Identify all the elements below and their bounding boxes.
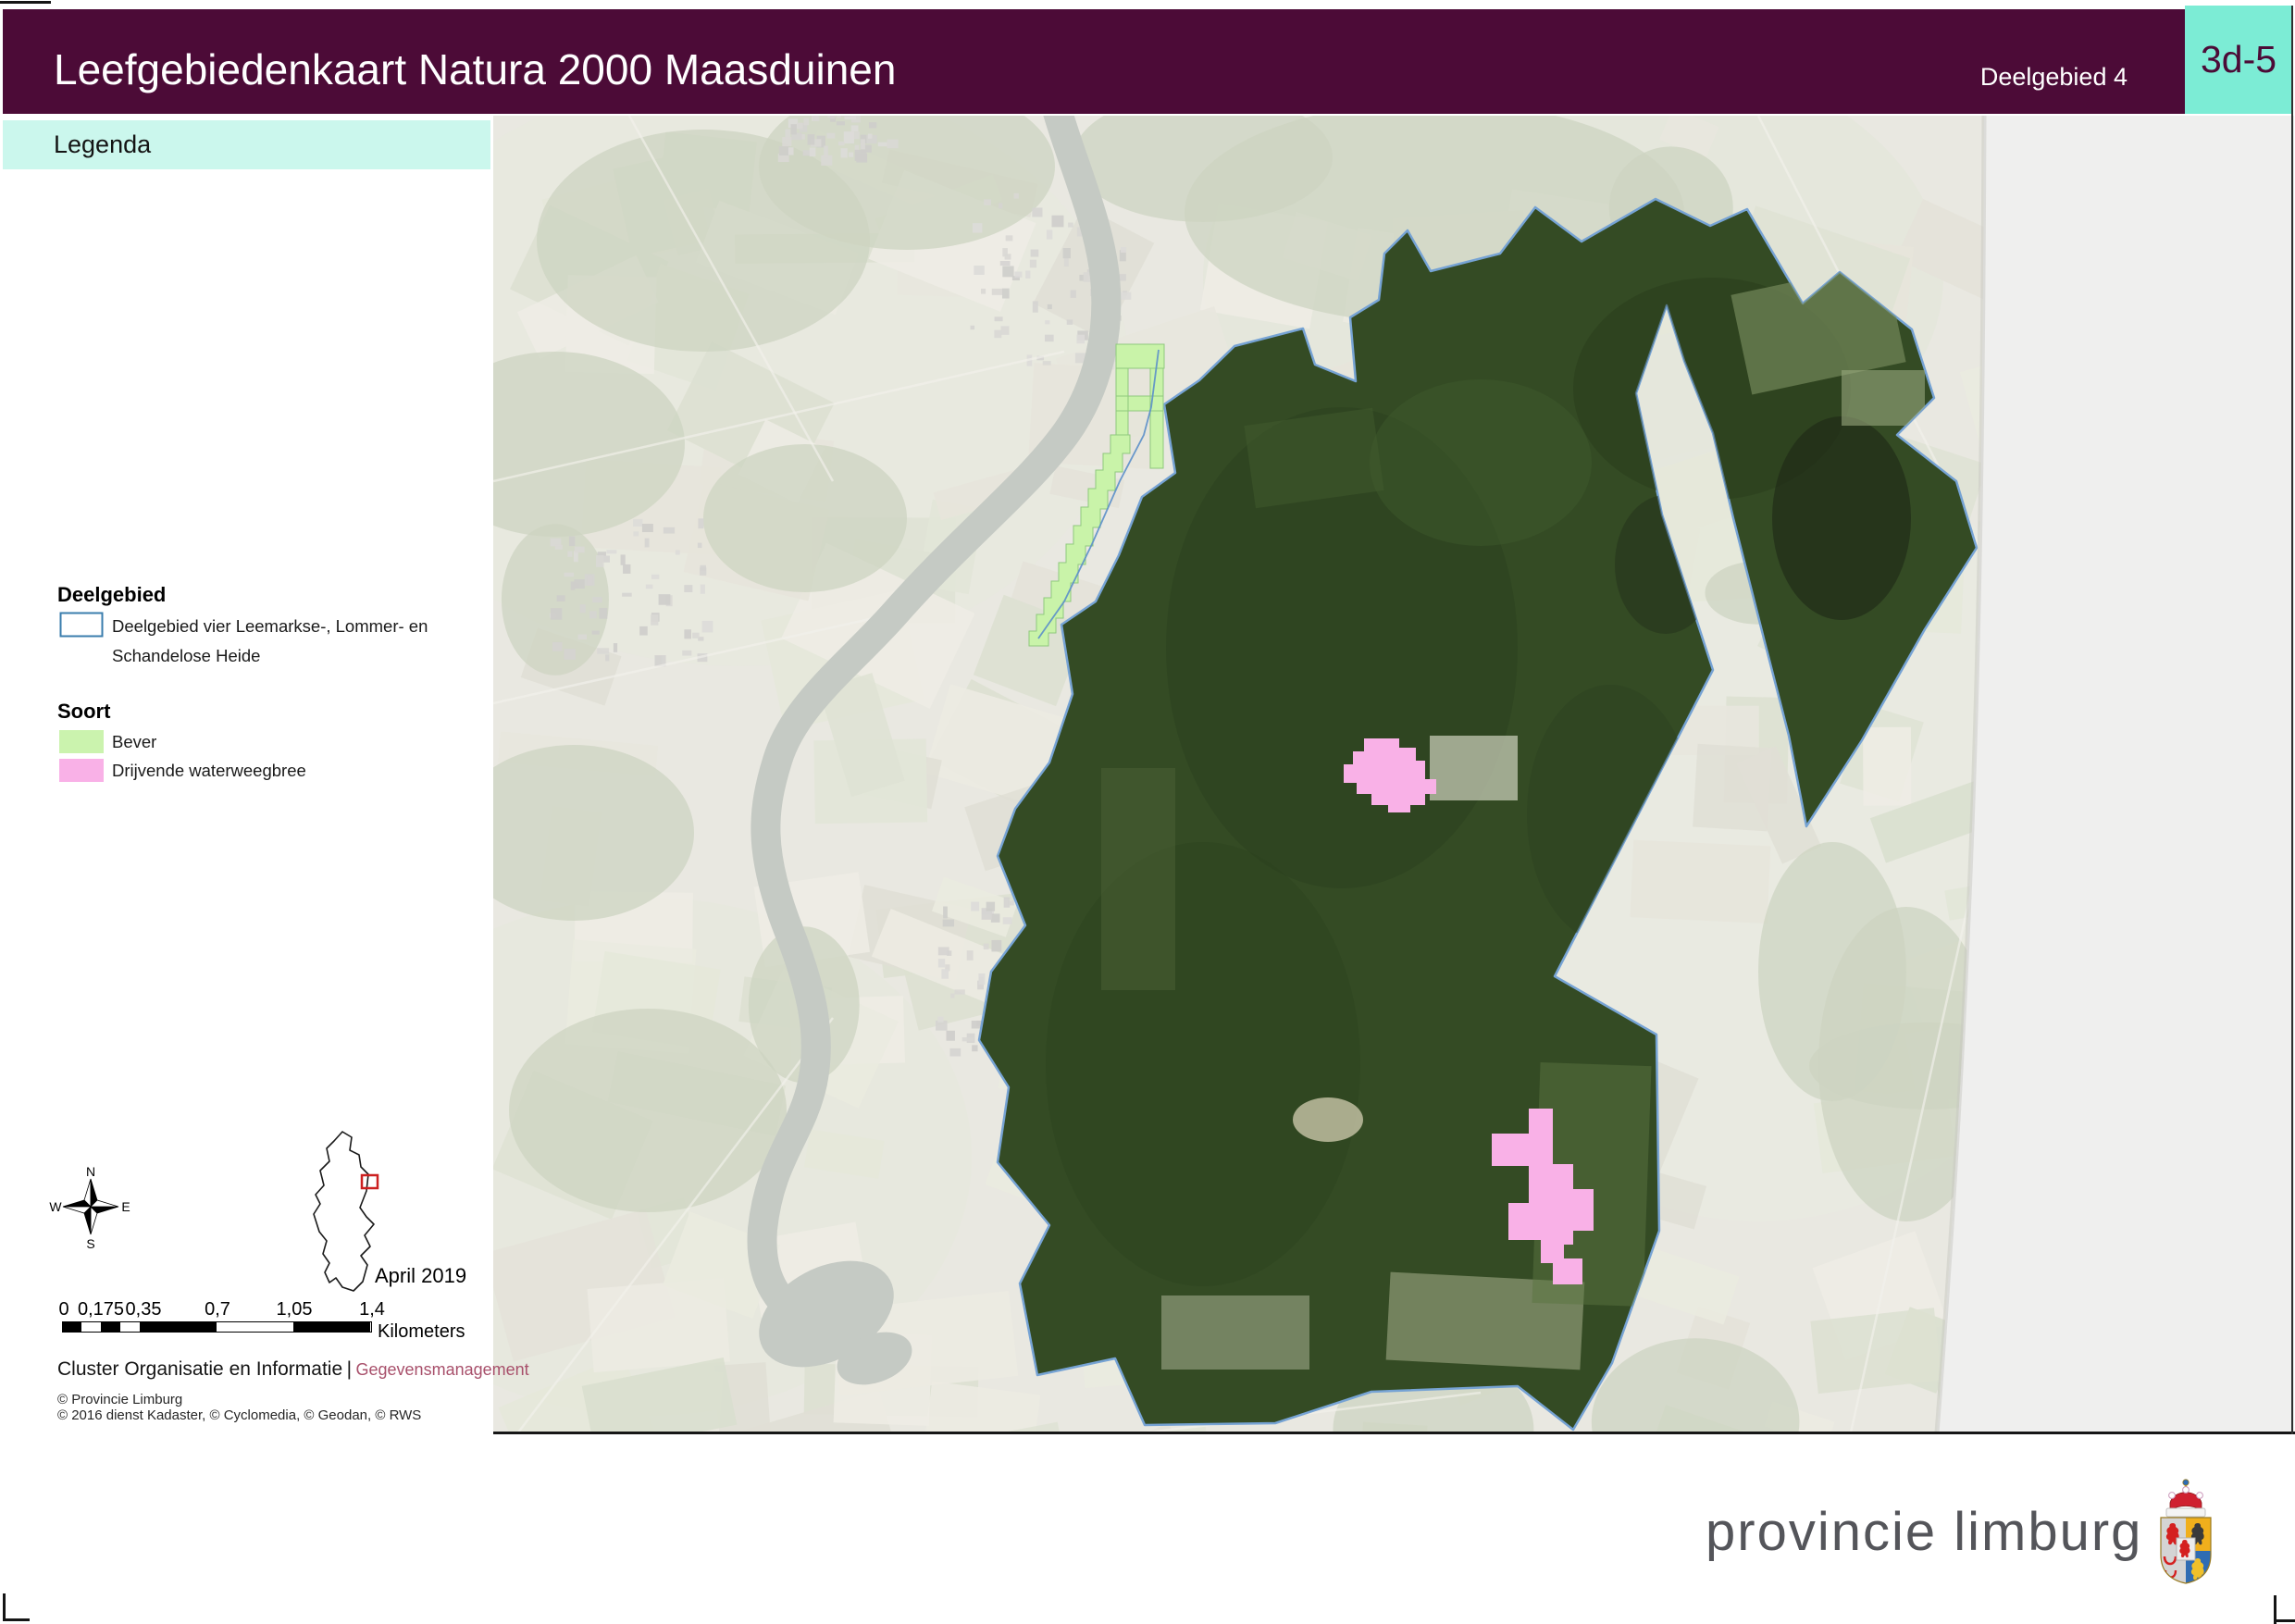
- legend-title-bar: Legenda: [3, 120, 490, 169]
- main-map: [493, 116, 2295, 1435]
- deelgebied-outline-swatch: [59, 612, 104, 638]
- waterweegbree-swatch-rect: [59, 759, 104, 782]
- copyright-line-2: © 2016 dienst Kadaster, © Cyclomedia, © …: [57, 1407, 421, 1423]
- limburg-coat-of-arms-icon: [2152, 1477, 2220, 1588]
- deelgebied-label: Deelgebied 4: [1980, 63, 2128, 92]
- credits-line: Cluster Organisatie en Informatie | Gege…: [57, 1358, 529, 1381]
- crop-mark-bottom-right-h: [2274, 1619, 2295, 1622]
- compass-e: E: [121, 1199, 130, 1214]
- bever-swatch-rect: [59, 730, 104, 753]
- scale-tick-5: 1,4: [359, 1299, 385, 1320]
- header-bar: Leefgebiedenkaart Natura 2000 Maasduinen…: [3, 9, 2185, 114]
- bever-swatch: [59, 730, 104, 753]
- scale-unit-label: Kilometers: [378, 1321, 465, 1343]
- scale-tick-1: 0,175: [78, 1299, 124, 1320]
- compass-rose: N S W E: [46, 1166, 135, 1251]
- limburg-outline: [314, 1132, 374, 1291]
- crop-mark-top-left: [0, 1, 51, 4]
- department-label: Gegevensmanagement: [356, 1360, 529, 1379]
- map-side-panel: [1937, 116, 2294, 1432]
- legend-item-deelgebied-line1: Deelgebied vier Leemarkse-, Lommer- en: [112, 616, 428, 637]
- provincie-limburg-logo-text: provincie limburg: [1706, 1501, 2142, 1563]
- crop-mark-bottom-left-v: [3, 1593, 6, 1621]
- credits-separator: |: [347, 1358, 352, 1380]
- page-right-border: [2291, 6, 2293, 1434]
- compass-s: S: [86, 1236, 94, 1251]
- legend-title: Legenda: [54, 130, 151, 159]
- waterweegbree-swatch: [59, 759, 104, 782]
- legend-heading-soort: Soort: [57, 700, 110, 724]
- compass-w: W: [49, 1199, 62, 1214]
- scale-bar-segments: [62, 1321, 372, 1333]
- map-sheet-page: Leefgebiedenkaart Natura 2000 Maasduinen…: [0, 0, 2295, 1624]
- legend-item-deelgebied-line2: Schandelose Heide: [112, 646, 260, 666]
- page-title: Leefgebiedenkaart Natura 2000 Maasduinen: [54, 44, 896, 94]
- legend-heading-deelgebied: Deelgebied: [57, 583, 166, 607]
- scale-tick-3: 0,7: [205, 1299, 230, 1320]
- deelgebied-swatch-rect: [61, 614, 103, 637]
- legend-item-bever: Bever: [112, 732, 156, 752]
- cluster-label: Cluster Organisatie en Informatie: [57, 1358, 342, 1380]
- scale-bar: 0 0,175 0,35 0,7 1,05 1,4 Kilometers: [62, 1299, 488, 1336]
- crop-mark-bottom-left-h: [3, 1618, 30, 1621]
- map-date: April 2019: [375, 1264, 466, 1288]
- scale-tick-4: 1,05: [277, 1299, 313, 1320]
- legend-item-waterweegbree: Drijvende waterweegbree: [112, 761, 306, 781]
- compass-n: N: [86, 1166, 95, 1179]
- map-bottom-border: [493, 1432, 2295, 1434]
- scale-tick-0: 0: [58, 1299, 68, 1320]
- sheet-code-badge: 3d-5: [2185, 6, 2292, 114]
- sheet-code: 3d-5: [2201, 38, 2276, 81]
- copyright-line-1: © Provincie Limburg: [57, 1392, 182, 1407]
- scale-tick-2: 0,35: [126, 1299, 162, 1320]
